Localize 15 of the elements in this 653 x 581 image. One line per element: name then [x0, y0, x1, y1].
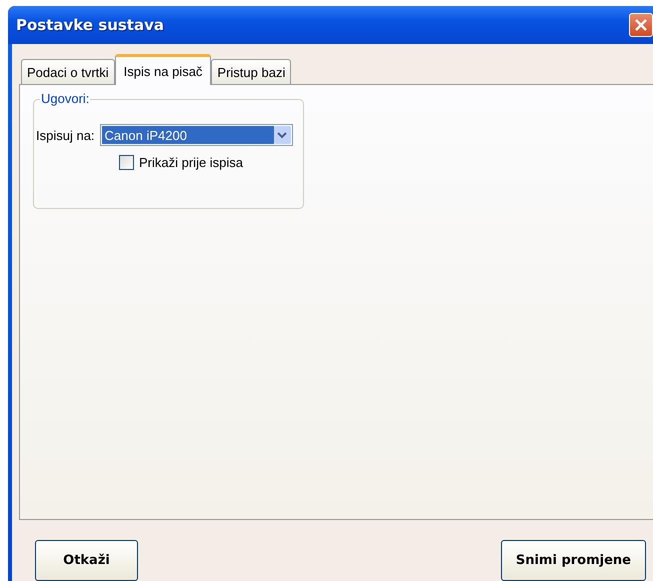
printer-label: Ispisuj na: [36, 128, 95, 142]
tab[interactable]: Pristup bazi [211, 59, 292, 84]
close-button[interactable] [629, 13, 653, 37]
tab[interactable]: Podaci o tvrtki [21, 59, 115, 84]
checkbox-label: Prikaži prije ispisa [139, 155, 244, 170]
close-icon [634, 18, 648, 32]
printer-dropdown[interactable]: Canon iP4200 [100, 124, 293, 146]
tab[interactable]: Ispis na pisač [114, 54, 212, 85]
dialog-button[interactable]: Snimi promjene [500, 540, 646, 581]
dialog-button[interactable]: Otkaži [35, 540, 138, 581]
group-title: Ugovori: [40, 91, 90, 106]
window-title: Postavke sustava [16, 16, 164, 34]
chevron-icon [277, 132, 288, 138]
checkbox[interactable] [119, 155, 134, 170]
dropdown-button[interactable] [274, 126, 291, 144]
